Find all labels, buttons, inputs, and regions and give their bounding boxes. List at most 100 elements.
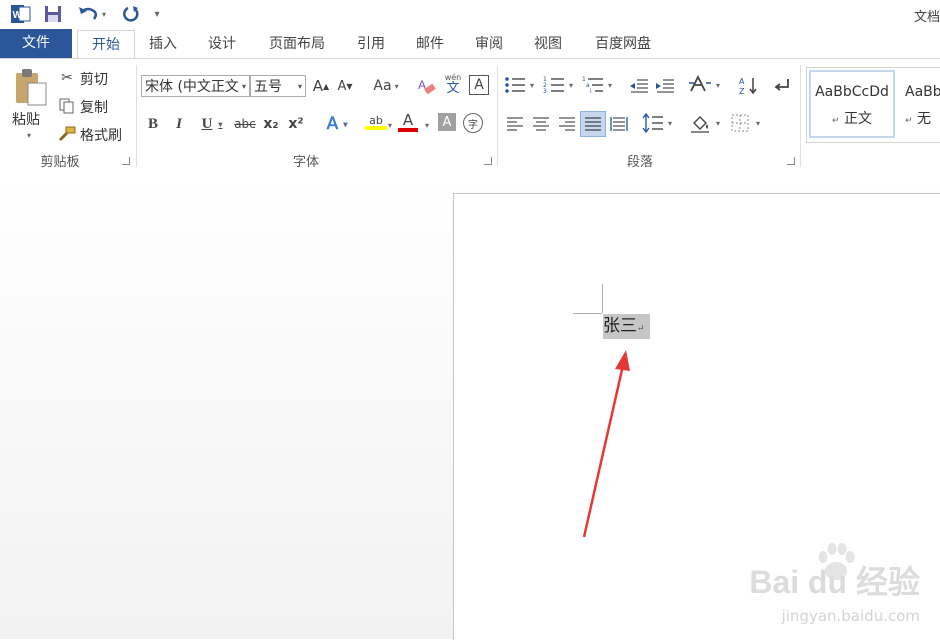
increase-indent-button[interactable] bbox=[654, 75, 676, 97]
style-name: ↵ 无 bbox=[905, 111, 931, 127]
svg-text:i: i bbox=[590, 88, 592, 95]
repeat-icon bbox=[123, 6, 139, 22]
tab-baidu-netdisk[interactable]: 百度网盘 bbox=[583, 30, 663, 58]
justify-icon bbox=[585, 117, 601, 131]
copy-button[interactable]: 复制 bbox=[56, 95, 136, 117]
strikethrough-icon: abc bbox=[234, 117, 256, 131]
font-color-button[interactable]: A bbox=[396, 111, 420, 133]
save-icon bbox=[45, 6, 61, 22]
numbering-icon: 123 bbox=[543, 76, 564, 95]
show-marks-button[interactable] bbox=[771, 75, 793, 97]
tab-home[interactable]: 开始 bbox=[77, 30, 135, 59]
tab-mailings[interactable]: 邮件 bbox=[405, 30, 455, 58]
document-text: 张三 bbox=[603, 316, 637, 336]
numbering-button[interactable]: 123 ▾ bbox=[543, 75, 579, 97]
selected-text[interactable]: 张三↵ bbox=[603, 314, 650, 339]
clipboard-launcher-icon[interactable] bbox=[122, 157, 130, 165]
cut-button[interactable]: ✂ 剪切 bbox=[56, 67, 136, 89]
paste-label: 粘贴 bbox=[12, 112, 40, 128]
highlight-dropdown-icon[interactable]: ▾ bbox=[388, 121, 392, 130]
align-left-button[interactable] bbox=[504, 113, 526, 135]
char-border-button[interactable]: A bbox=[469, 75, 489, 95]
tab-design[interactable]: 设计 bbox=[197, 30, 247, 58]
text-direction-dropdown-icon[interactable]: ▾ bbox=[716, 81, 720, 90]
undo-icon bbox=[78, 7, 98, 20]
style-no-spacing[interactable]: AaBb ↵ 无 bbox=[899, 70, 940, 138]
multilevel-list-button[interactable]: 1ai ▾ bbox=[582, 75, 618, 97]
line-spacing-dropdown-icon[interactable]: ▾ bbox=[668, 119, 672, 128]
subscript-button[interactable]: x₂ bbox=[260, 113, 282, 135]
bullets-icon bbox=[505, 77, 525, 93]
annotation-arrow bbox=[582, 350, 630, 538]
font-launcher-icon[interactable] bbox=[484, 157, 492, 165]
clear-format-button[interactable]: A bbox=[416, 75, 438, 97]
sort-button[interactable]: AZ bbox=[737, 75, 759, 97]
text-direction-button[interactable]: ▾ bbox=[688, 74, 724, 97]
highlight-color-bar bbox=[365, 125, 387, 130]
tab-references[interactable]: 引用 bbox=[346, 30, 396, 58]
svg-text:W: W bbox=[13, 10, 23, 21]
font-size-combo[interactable]: 五号 ▾ bbox=[250, 75, 306, 97]
align-center-button[interactable] bbox=[530, 113, 552, 135]
undo-dropdown-icon[interactable]: ▾ bbox=[102, 10, 106, 19]
sort-icon: AZ bbox=[739, 77, 757, 96]
paste-dropdown-icon[interactable]: ▾ bbox=[27, 131, 31, 140]
bullets-dropdown-icon[interactable]: ▾ bbox=[530, 81, 534, 90]
customize-qat-button[interactable]: ▾ bbox=[150, 3, 164, 25]
superscript-button[interactable]: x² bbox=[285, 113, 307, 135]
group-separator bbox=[497, 65, 498, 167]
tab-insert[interactable]: 插入 bbox=[138, 30, 188, 58]
line-spacing-button[interactable]: ▾ bbox=[642, 112, 678, 135]
multilevel-dropdown-icon[interactable]: ▾ bbox=[608, 81, 612, 90]
decrease-indent-icon bbox=[630, 79, 648, 93]
paste-button[interactable]: 粘贴 ▾ bbox=[10, 65, 52, 145]
redo-button[interactable] bbox=[120, 3, 142, 25]
word-logo-icon: W bbox=[10, 3, 32, 25]
change-case-button[interactable]: Aa ▾ bbox=[368, 75, 404, 97]
phonetic-guide-button[interactable]: wén 文 bbox=[442, 73, 464, 95]
shrink-font-button[interactable]: A ▼ bbox=[334, 75, 356, 97]
italic-icon: I bbox=[176, 115, 182, 132]
char-shading-button[interactable]: A bbox=[438, 113, 456, 131]
bold-button[interactable]: B bbox=[142, 113, 164, 135]
decrease-indent-button[interactable] bbox=[628, 75, 650, 97]
tab-file[interactable]: 文件 bbox=[0, 29, 72, 58]
char-shading-icon: A bbox=[442, 114, 452, 130]
undo-button[interactable]: ▾ bbox=[74, 3, 110, 25]
distributed-button[interactable] bbox=[608, 113, 630, 135]
grow-font-button[interactable]: A ▲ bbox=[310, 75, 332, 97]
style-sample: AaBb bbox=[905, 84, 940, 100]
paragraph-mark: ↵ bbox=[637, 324, 645, 334]
font-size-value: 五号 bbox=[254, 79, 282, 95]
tab-layout[interactable]: 页面布局 bbox=[257, 30, 337, 58]
watermark-brand: Bai du 经验 bbox=[749, 564, 920, 600]
format-painter-button[interactable]: 格式刷 bbox=[56, 123, 136, 145]
bullets-button[interactable]: ▾ bbox=[504, 75, 540, 97]
tab-review[interactable]: 审阅 bbox=[464, 30, 514, 58]
paragraph-launcher-icon[interactable] bbox=[787, 157, 795, 165]
enclose-char-button[interactable]: 字 bbox=[463, 113, 483, 133]
numbering-dropdown-icon[interactable]: ▾ bbox=[569, 81, 573, 90]
text-effects-button[interactable]: A ▾ bbox=[320, 113, 354, 135]
strikethrough-button[interactable]: abc bbox=[232, 113, 258, 135]
align-right-button[interactable] bbox=[556, 113, 578, 135]
font-name-dropdown-icon[interactable]: ▾ bbox=[239, 76, 246, 96]
align-center-icon bbox=[533, 117, 549, 131]
shading-dropdown-icon[interactable]: ▾ bbox=[716, 119, 720, 128]
font-color-dropdown-icon[interactable]: ▾ bbox=[425, 121, 429, 130]
underline-button[interactable]: U ▾ bbox=[194, 113, 230, 135]
save-button[interactable] bbox=[42, 3, 64, 25]
margin-corner-mark bbox=[602, 284, 603, 313]
italic-button[interactable]: I bbox=[168, 113, 190, 135]
borders-button[interactable]: ▾ bbox=[730, 113, 766, 135]
style-normal[interactable]: AaBbCcDd ↵ 正文 bbox=[809, 70, 895, 138]
borders-dropdown-icon[interactable]: ▾ bbox=[756, 119, 760, 128]
ribbon-tabs: 文件 开始 插入 设计 页面布局 引用 邮件 审阅 视图 百度网盘 bbox=[0, 28, 940, 59]
grow-font-icon: A bbox=[312, 77, 324, 95]
font-size-dropdown-icon[interactable]: ▾ bbox=[298, 76, 302, 96]
shading-button[interactable]: ▾ bbox=[690, 113, 726, 135]
font-name-combo[interactable]: 宋体 (中文正文 ▾ bbox=[141, 75, 250, 97]
paragraph-mark-icon bbox=[774, 79, 789, 91]
tab-view[interactable]: 视图 bbox=[523, 30, 573, 58]
justify-button[interactable] bbox=[580, 111, 606, 137]
